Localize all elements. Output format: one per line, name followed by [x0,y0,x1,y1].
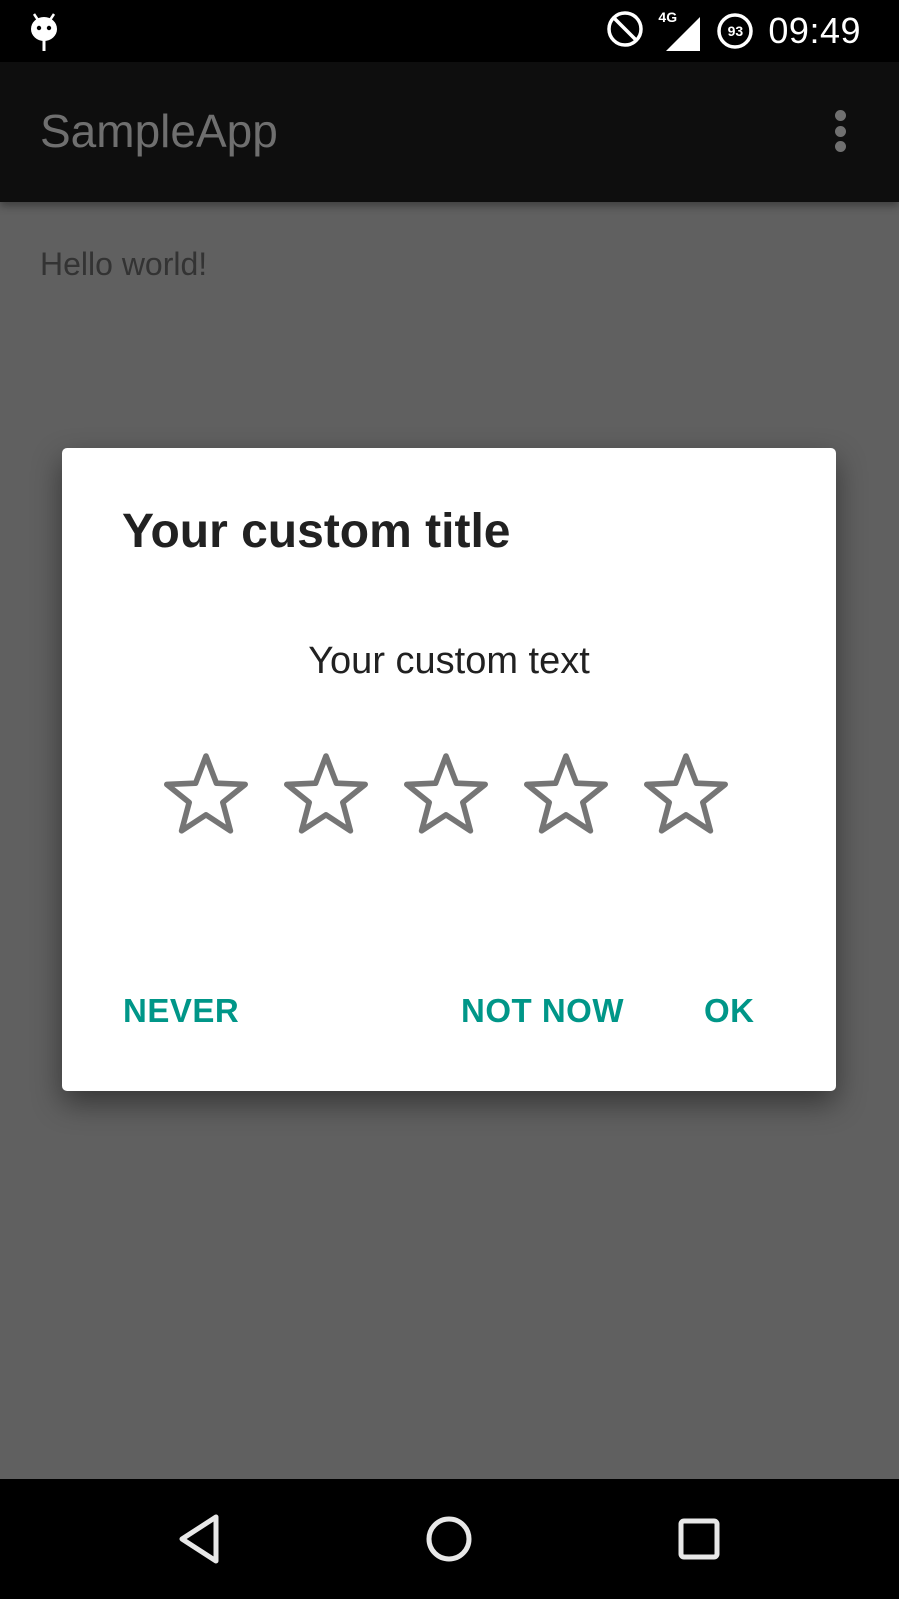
never-button[interactable]: NEVER [123,992,239,1030]
star-icon[interactable] [518,746,614,842]
dialog-text: Your custom text [308,640,590,682]
battery-saver-icon: 93 [716,12,754,50]
status-bar: 4G 93 09:49 [0,0,899,62]
star-icon[interactable] [638,746,734,842]
app-bar: SampleApp [0,62,899,202]
app-title: SampleApp [40,105,278,157]
navigation-bar [0,1479,899,1599]
ok-button[interactable]: OK [704,992,755,1030]
overflow-menu-icon[interactable] [833,110,847,152]
rating-bar[interactable] [158,746,734,842]
do-not-disturb-icon [606,10,644,53]
home-icon [426,1516,472,1562]
home-button[interactable] [417,1507,481,1571]
android-debug-icon [28,12,60,57]
star-icon[interactable] [158,746,254,842]
clock: 09:49 [768,10,861,51]
back-button[interactable] [168,1507,232,1571]
back-icon [179,1514,219,1564]
cell-signal-icon: 4G [658,9,702,53]
rating-dialog: Your custom title Your custom text NEVER… [62,448,836,1091]
not-now-button[interactable]: NOT NOW [461,992,624,1030]
battery-level: 93 [727,23,744,39]
dialog-title: Your custom title [122,505,511,558]
star-icon[interactable] [278,746,374,842]
star-icon[interactable] [398,746,494,842]
recents-button[interactable] [667,1507,731,1571]
recents-icon [678,1518,720,1560]
